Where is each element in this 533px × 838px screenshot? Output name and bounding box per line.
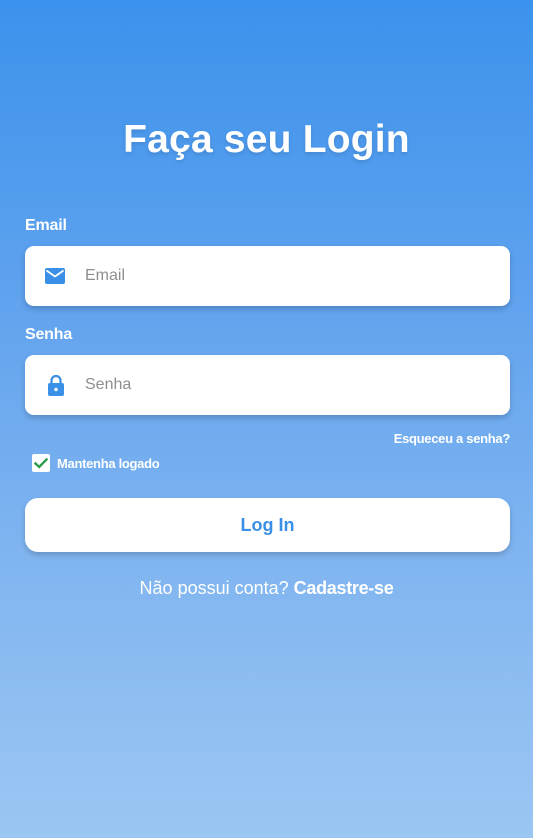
forgot-password-link[interactable]: Esqueceu a senha? bbox=[394, 431, 511, 446]
signup-prompt: Não possui conta? bbox=[139, 578, 289, 598]
login-button-label: Log In bbox=[240, 514, 295, 535]
password-label: Senha bbox=[25, 326, 73, 343]
email-label: Email bbox=[25, 217, 67, 234]
check-icon[interactable] bbox=[32, 454, 50, 472]
password-field[interactable] bbox=[25, 354, 510, 416]
mail-icon bbox=[25, 268, 65, 284]
remember-me-checkbox[interactable]: Mantenha logado bbox=[32, 454, 160, 472]
login-button[interactable]: Log In bbox=[25, 498, 510, 552]
signup-link[interactable]: Cadastre-se bbox=[294, 578, 394, 598]
signup-row: Não possui conta? Cadastre-se bbox=[0, 578, 533, 599]
login-screen: Faça seu Login Email Senha Esqueceu a se… bbox=[0, 0, 533, 838]
email-field[interactable] bbox=[25, 245, 510, 307]
password-input[interactable] bbox=[85, 354, 510, 416]
remember-me-label: Mantenha logado bbox=[57, 455, 160, 471]
lock-icon bbox=[25, 374, 65, 396]
email-input[interactable] bbox=[85, 245, 510, 307]
page-title: Faça seu Login bbox=[123, 118, 410, 161]
